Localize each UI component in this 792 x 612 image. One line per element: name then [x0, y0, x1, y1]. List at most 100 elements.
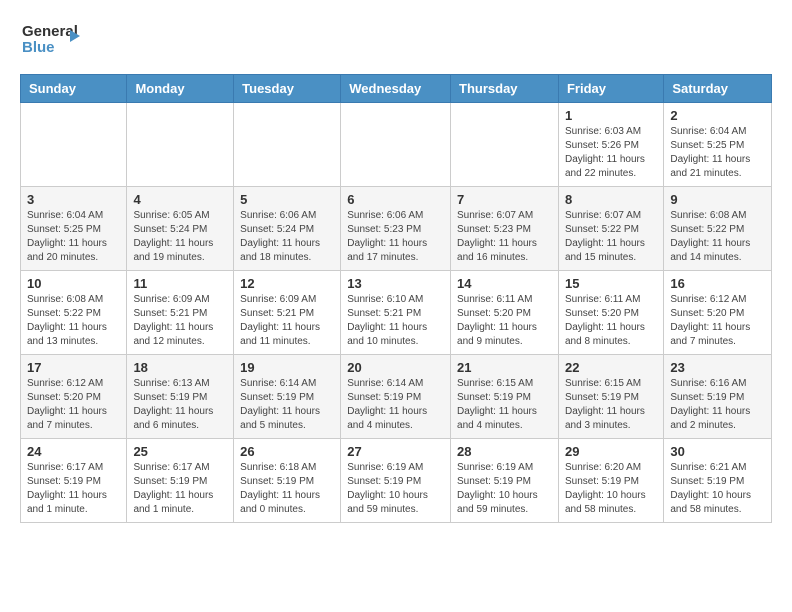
day-info: Sunrise: 6:12 AM Sunset: 5:20 PM Dayligh… — [670, 293, 765, 349]
day-number: 29 — [565, 444, 657, 459]
calendar-cell: 29 Sunrise: 6:20 AM Sunset: 5:19 PM Dayli… — [558, 439, 663, 523]
calendar-table: SundayMondayTuesdayWednesdayThursdayFrid… — [20, 74, 772, 523]
calendar-cell: 20 Sunrise: 6:14 AM Sunset: 5:19 PM Dayli… — [341, 355, 451, 439]
day-info: Sunrise: 6:18 AM Sunset: 5:19 PM Dayligh… — [240, 461, 334, 517]
calendar-cell: 10Sunrise: 6:08 AM Sunset: 5:22 PM Dayli… — [21, 271, 127, 355]
day-number: 3 — [27, 192, 120, 207]
day-info: Sunrise: 6:08 AM Sunset: 5:22 PM Dayligh… — [27, 293, 120, 349]
calendar-header-row: SundayMondayTuesdayWednesdayThursdayFrid… — [21, 75, 772, 103]
calendar-cell: 5 Sunrise: 6:06 AM Sunset: 5:24 PM Daylig… — [234, 187, 341, 271]
day-number: 1 — [565, 108, 657, 123]
day-number: 13 — [347, 276, 444, 291]
week-row-4: 17 Sunrise: 6:12 AM Sunset: 5:20 PM Dayli… — [21, 355, 772, 439]
day-info: Sunrise: 6:11 AM Sunset: 5:20 PM Dayligh… — [457, 293, 552, 349]
day-number: 25 — [133, 444, 227, 459]
calendar-cell — [21, 103, 127, 187]
calendar-cell: 13 Sunrise: 6:10 AM Sunset: 5:21 PM Dayli… — [341, 271, 451, 355]
day-number: 2 — [670, 108, 765, 123]
day-info: Sunrise: 6:05 AM Sunset: 5:24 PM Dayligh… — [133, 209, 227, 265]
svg-text:Blue: Blue — [22, 39, 55, 56]
week-row-2: 3 Sunrise: 6:04 AM Sunset: 5:25 PM Daylig… — [21, 187, 772, 271]
header-sunday: Sunday — [21, 75, 127, 103]
calendar-cell: 15 Sunrise: 6:11 AM Sunset: 5:20 PM Dayli… — [558, 271, 663, 355]
day-info: Sunrise: 6:07 AM Sunset: 5:23 PM Dayligh… — [457, 209, 552, 265]
calendar-cell: 16 Sunrise: 6:12 AM Sunset: 5:20 PM Dayli… — [664, 271, 772, 355]
day-number: 19 — [240, 360, 334, 375]
day-number: 23 — [670, 360, 765, 375]
header-thursday: Thursday — [451, 75, 559, 103]
day-number: 5 — [240, 192, 334, 207]
day-number: 30 — [670, 444, 765, 459]
calendar-cell — [341, 103, 451, 187]
day-info: Sunrise: 6:10 AM Sunset: 5:21 PM Dayligh… — [347, 293, 444, 349]
calendar-cell: 24 Sunrise: 6:17 AM Sunset: 5:19 PM Dayli… — [21, 439, 127, 523]
day-info: Sunrise: 6:19 AM Sunset: 5:19 PM Dayligh… — [347, 461, 444, 517]
day-info: Sunrise: 6:09 AM Sunset: 5:21 PM Dayligh… — [240, 293, 334, 349]
calendar-cell: 6 Sunrise: 6:06 AM Sunset: 5:23 PM Daylig… — [341, 187, 451, 271]
calendar-cell: 21 Sunrise: 6:15 AM Sunset: 5:19 PM Dayli… — [451, 355, 559, 439]
calendar-cell: 14Sunrise: 6:11 AM Sunset: 5:20 PM Dayli… — [451, 271, 559, 355]
day-info: Sunrise: 6:19 AM Sunset: 5:19 PM Dayligh… — [457, 461, 552, 517]
day-number: 26 — [240, 444, 334, 459]
day-number: 16 — [670, 276, 765, 291]
day-info: Sunrise: 6:03 AM Sunset: 5:26 PM Dayligh… — [565, 125, 657, 181]
calendar-cell: 7 Sunrise: 6:07 AM Sunset: 5:23 PM Daylig… — [451, 187, 559, 271]
day-number: 27 — [347, 444, 444, 459]
header-friday: Friday — [558, 75, 663, 103]
day-info: Sunrise: 6:15 AM Sunset: 5:19 PM Dayligh… — [457, 377, 552, 433]
day-info: Sunrise: 6:08 AM Sunset: 5:22 PM Dayligh… — [670, 209, 765, 265]
day-number: 15 — [565, 276, 657, 291]
calendar-cell: 1 Sunrise: 6:03 AM Sunset: 5:26 PM Daylig… — [558, 103, 663, 187]
calendar-cell: 18 Sunrise: 6:13 AM Sunset: 5:19 PM Dayli… — [127, 355, 234, 439]
day-number: 7 — [457, 192, 552, 207]
calendar-cell: 2 Sunrise: 6:04 AM Sunset: 5:25 PM Daylig… — [664, 103, 772, 187]
day-info: Sunrise: 6:14 AM Sunset: 5:19 PM Dayligh… — [347, 377, 444, 433]
day-number: 6 — [347, 192, 444, 207]
calendar-cell: 25Sunrise: 6:17 AM Sunset: 5:19 PM Dayli… — [127, 439, 234, 523]
calendar-cell: 17 Sunrise: 6:12 AM Sunset: 5:20 PM Dayli… — [21, 355, 127, 439]
calendar-cell: 19 Sunrise: 6:14 AM Sunset: 5:19 PM Dayli… — [234, 355, 341, 439]
day-info: Sunrise: 6:04 AM Sunset: 5:25 PM Dayligh… — [670, 125, 765, 181]
day-number: 18 — [133, 360, 227, 375]
calendar-cell: 9 Sunrise: 6:08 AM Sunset: 5:22 PM Daylig… — [664, 187, 772, 271]
week-row-5: 24 Sunrise: 6:17 AM Sunset: 5:19 PM Dayli… — [21, 439, 772, 523]
day-number: 17 — [27, 360, 120, 375]
day-info: Sunrise: 6:15 AM Sunset: 5:19 PM Dayligh… — [565, 377, 657, 433]
day-info: Sunrise: 6:17 AM Sunset: 5:19 PM Dayligh… — [27, 461, 120, 517]
day-info: Sunrise: 6:09 AM Sunset: 5:21 PM Dayligh… — [133, 293, 227, 349]
calendar-cell — [127, 103, 234, 187]
day-info: Sunrise: 6:21 AM Sunset: 5:19 PM Dayligh… — [670, 461, 765, 517]
day-info: Sunrise: 6:06 AM Sunset: 5:24 PM Dayligh… — [240, 209, 334, 265]
header-tuesday: Tuesday — [234, 75, 341, 103]
header: General Blue — [20, 16, 772, 66]
day-number: 21 — [457, 360, 552, 375]
calendar-cell: 8Sunrise: 6:07 AM Sunset: 5:22 PM Daylig… — [558, 187, 663, 271]
day-number: 20 — [347, 360, 444, 375]
day-number: 12 — [240, 276, 334, 291]
calendar-cell: 22Sunrise: 6:15 AM Sunset: 5:19 PM Dayli… — [558, 355, 663, 439]
week-row-3: 10Sunrise: 6:08 AM Sunset: 5:22 PM Dayli… — [21, 271, 772, 355]
logo: General Blue — [20, 16, 80, 66]
day-info: Sunrise: 6:14 AM Sunset: 5:19 PM Dayligh… — [240, 377, 334, 433]
day-number: 9 — [670, 192, 765, 207]
day-info: Sunrise: 6:20 AM Sunset: 5:19 PM Dayligh… — [565, 461, 657, 517]
calendar-cell: 3 Sunrise: 6:04 AM Sunset: 5:25 PM Daylig… — [21, 187, 127, 271]
day-info: Sunrise: 6:06 AM Sunset: 5:23 PM Dayligh… — [347, 209, 444, 265]
day-info: Sunrise: 6:12 AM Sunset: 5:20 PM Dayligh… — [27, 377, 120, 433]
calendar-body: 1 Sunrise: 6:03 AM Sunset: 5:26 PM Daylig… — [21, 103, 772, 523]
header-saturday: Saturday — [664, 75, 772, 103]
calendar-cell: 11Sunrise: 6:09 AM Sunset: 5:21 PM Dayli… — [127, 271, 234, 355]
day-number: 8 — [565, 192, 657, 207]
day-number: 24 — [27, 444, 120, 459]
calendar-cell: 12 Sunrise: 6:09 AM Sunset: 5:21 PM Dayli… — [234, 271, 341, 355]
calendar-cell: 28Sunrise: 6:19 AM Sunset: 5:19 PM Dayli… — [451, 439, 559, 523]
header-monday: Monday — [127, 75, 234, 103]
day-info: Sunrise: 6:13 AM Sunset: 5:19 PM Dayligh… — [133, 377, 227, 433]
calendar-cell: 26 Sunrise: 6:18 AM Sunset: 5:19 PM Dayli… — [234, 439, 341, 523]
calendar-cell: 30 Sunrise: 6:21 AM Sunset: 5:19 PM Dayli… — [664, 439, 772, 523]
calendar-cell — [451, 103, 559, 187]
day-info: Sunrise: 6:04 AM Sunset: 5:25 PM Dayligh… — [27, 209, 120, 265]
logo-icon: General Blue — [20, 16, 80, 61]
day-info: Sunrise: 6:11 AM Sunset: 5:20 PM Dayligh… — [565, 293, 657, 349]
calendar-cell: 4Sunrise: 6:05 AM Sunset: 5:24 PM Daylig… — [127, 187, 234, 271]
